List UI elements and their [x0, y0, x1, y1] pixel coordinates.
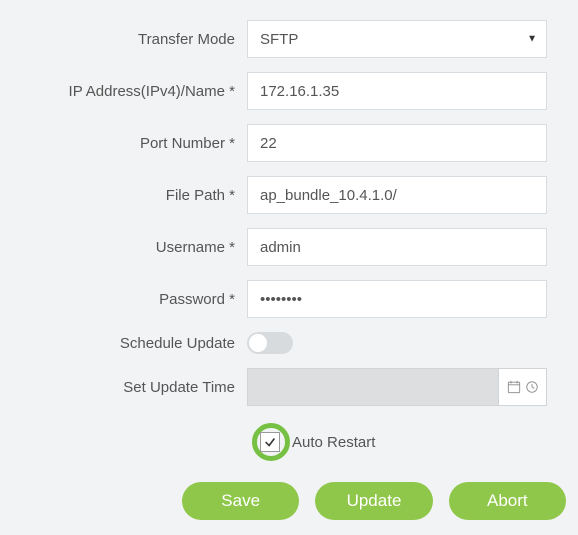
port-input[interactable] [247, 124, 547, 162]
calendar-icon [507, 380, 521, 394]
password-input[interactable] [247, 280, 547, 318]
update-time-box [247, 368, 499, 406]
file-path-input[interactable] [247, 176, 547, 214]
row-port: Port Number * [12, 124, 566, 162]
label-schedule: Schedule Update [12, 335, 247, 352]
label-port: Port Number * [12, 135, 247, 152]
label-file-path: File Path * [12, 187, 247, 204]
row-auto-restart: Auto Restart [12, 432, 566, 452]
toggle-knob [249, 334, 267, 352]
label-username: Username * [12, 239, 247, 256]
username-input[interactable] [247, 228, 547, 266]
label-ip-address: IP Address(IPv4)/Name * [12, 83, 247, 100]
update-time-field[interactable] [247, 368, 547, 406]
transfer-mode-select[interactable]: SFTP [247, 20, 547, 58]
row-ip-address: IP Address(IPv4)/Name * [12, 72, 566, 110]
abort-button[interactable]: Abort [449, 482, 566, 520]
schedule-toggle[interactable] [247, 332, 293, 354]
check-icon [263, 435, 277, 449]
label-set-time: Set Update Time [12, 379, 247, 396]
auto-restart-checkbox[interactable] [260, 432, 280, 452]
update-button[interactable]: Update [315, 482, 432, 520]
row-file-path: File Path * [12, 176, 566, 214]
clock-icon [525, 380, 539, 394]
ip-address-input[interactable] [247, 72, 547, 110]
label-password: Password * [12, 291, 247, 308]
update-time-icons[interactable] [499, 368, 547, 406]
save-button[interactable]: Save [182, 482, 299, 520]
row-schedule: Schedule Update [12, 332, 566, 354]
label-transfer-mode: Transfer Mode [12, 31, 247, 48]
button-row: Save Update Abort [12, 482, 566, 520]
row-transfer-mode: Transfer Mode SFTP ▼ [12, 20, 566, 58]
row-set-time: Set Update Time [12, 368, 566, 406]
select-wrap: SFTP ▼ [247, 20, 547, 58]
label-auto-restart: Auto Restart [292, 434, 375, 451]
row-username: Username * [12, 228, 566, 266]
row-password: Password * [12, 280, 566, 318]
